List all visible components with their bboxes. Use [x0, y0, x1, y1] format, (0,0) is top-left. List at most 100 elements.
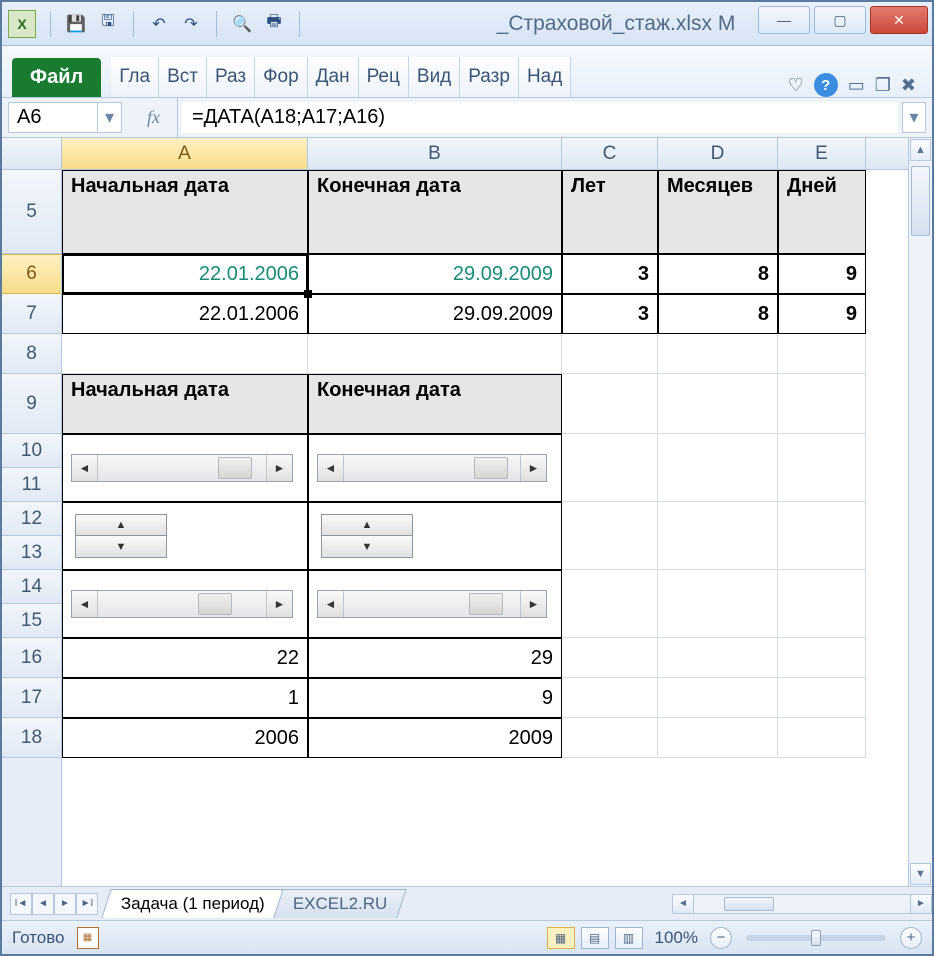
ribbon-tab-formulas[interactable]: Фор: [255, 57, 308, 97]
expand-formula-bar-icon[interactable]: ▾: [902, 102, 926, 133]
col-header-C[interactable]: C: [562, 138, 658, 169]
cell-A16[interactable]: 22: [62, 638, 308, 678]
cell-D9[interactable]: [658, 374, 778, 434]
undo-icon[interactable]: ↶: [146, 11, 172, 37]
row-header-7[interactable]: 7: [2, 294, 61, 334]
cell-A18[interactable]: 2006: [62, 718, 308, 758]
scroll-left-icon[interactable]: ◄: [72, 591, 98, 617]
scroll-track[interactable]: [98, 591, 266, 617]
save-icon[interactable]: 💾: [63, 11, 89, 37]
zoom-knob[interactable]: [811, 930, 821, 946]
minimize-button[interactable]: —: [758, 6, 810, 34]
sheet-tab-active[interactable]: Задача (1 период): [101, 889, 284, 918]
name-box[interactable]: A6: [8, 102, 98, 133]
cell-B17[interactable]: 9: [308, 678, 562, 718]
hscroll-right-icon[interactable]: ►: [910, 894, 932, 914]
cell-C9[interactable]: [562, 374, 658, 434]
col-header-A[interactable]: A: [62, 138, 308, 169]
minimize-ribbon-icon[interactable]: ▭: [848, 75, 865, 96]
row-header-12[interactable]: 12: [2, 502, 61, 536]
ribbon-tab-data[interactable]: Дан: [308, 57, 359, 97]
spinner-control-start[interactable]: ▲ ▼: [75, 514, 167, 558]
scroll-thumb[interactable]: [474, 457, 508, 479]
name-box-dropdown-icon[interactable]: ▾: [98, 102, 122, 133]
row-header-13[interactable]: 13: [2, 536, 61, 570]
scroll-track[interactable]: [344, 591, 520, 617]
cell-D7[interactable]: 8: [658, 294, 778, 334]
print-preview-icon[interactable]: 🔍: [229, 11, 255, 37]
scroll-thumb[interactable]: [469, 593, 503, 615]
zoom-level[interactable]: 100%: [655, 928, 698, 948]
cell-A14[interactable]: ◄ ►: [62, 570, 308, 638]
prev-sheet-icon[interactable]: ◄: [32, 893, 54, 915]
cell-E7[interactable]: 9: [778, 294, 866, 334]
ribbon-tab-addins[interactable]: Над: [519, 57, 571, 97]
scroll-thumb[interactable]: [218, 457, 252, 479]
ribbon-tab-insert[interactable]: Вст: [159, 57, 207, 97]
header2-end-date[interactable]: Конечная дата: [308, 374, 562, 434]
view-normal-icon[interactable]: ▦: [547, 927, 575, 949]
cell-B12[interactable]: ▲ ▼: [308, 502, 562, 570]
redo-icon[interactable]: ↷: [178, 11, 204, 37]
cell-A6[interactable]: 22.01.2006: [62, 254, 308, 294]
col-header-E[interactable]: E: [778, 138, 866, 169]
scroll-left-icon[interactable]: ◄: [318, 455, 344, 481]
cell-E6[interactable]: 9: [778, 254, 866, 294]
scroll-left-icon[interactable]: ◄: [318, 591, 344, 617]
zoom-out-button[interactable]: −: [710, 927, 732, 949]
hscroll-track[interactable]: [694, 894, 910, 914]
ribbon-tab-home[interactable]: Гла: [111, 57, 159, 97]
ribbon-tab-view[interactable]: Вид: [409, 57, 460, 97]
row-header-18[interactable]: 18: [2, 718, 61, 758]
scroll-up-icon[interactable]: ▲: [910, 139, 931, 161]
cell-B6[interactable]: 29.09.2009: [308, 254, 562, 294]
row-header-14[interactable]: 14: [2, 570, 61, 604]
save-as-icon[interactable]: 🖫: [95, 11, 121, 37]
cell-C6[interactable]: 3: [562, 254, 658, 294]
cell-B16[interactable]: 29: [308, 638, 562, 678]
row-header-8[interactable]: 8: [2, 334, 61, 374]
fx-icon[interactable]: fx: [130, 98, 178, 137]
cell-E8[interactable]: [778, 334, 866, 374]
cell-B14[interactable]: ◄ ►: [308, 570, 562, 638]
scroll-track[interactable]: [344, 455, 520, 481]
sheet-tab-inactive[interactable]: EXCEL2.RU: [273, 889, 407, 918]
spinner-down-icon[interactable]: ▼: [321, 536, 413, 558]
spinner-control-end[interactable]: ▲ ▼: [321, 514, 413, 558]
ribbon-tab-pagelayout[interactable]: Раз: [207, 57, 255, 97]
col-header-B[interactable]: B: [308, 138, 562, 169]
next-sheet-icon[interactable]: ►: [54, 893, 76, 915]
formula-input[interactable]: [182, 102, 898, 133]
header-days[interactable]: Дней: [778, 170, 866, 254]
header-years[interactable]: Лет: [562, 170, 658, 254]
scroll-left-icon[interactable]: ◄: [72, 455, 98, 481]
cell-E9[interactable]: [778, 374, 866, 434]
restore-window-icon[interactable]: ❐: [875, 75, 891, 96]
heart-icon[interactable]: ♡: [788, 75, 804, 96]
vertical-scrollbar[interactable]: ▲ ▼: [908, 138, 932, 886]
header-months[interactable]: Месяцев: [658, 170, 778, 254]
scroll-down-icon[interactable]: ▼: [910, 863, 931, 885]
view-page-break-icon[interactable]: ▥: [615, 927, 643, 949]
spinner-up-icon[interactable]: ▲: [321, 514, 413, 536]
help-icon[interactable]: ?: [814, 73, 838, 97]
scroll-right-icon[interactable]: ►: [266, 591, 292, 617]
cell-A12[interactable]: ▲ ▼: [62, 502, 308, 570]
scrollbar-control-start-2[interactable]: ◄ ►: [71, 590, 293, 618]
fill-handle[interactable]: [304, 290, 312, 298]
row-header-17[interactable]: 17: [2, 678, 61, 718]
scroll-right-icon[interactable]: ►: [520, 455, 546, 481]
row-header-10[interactable]: 10: [2, 434, 61, 468]
cell-C8[interactable]: [562, 334, 658, 374]
row-header-9[interactable]: 9: [2, 374, 61, 434]
print-icon[interactable]: 🖶: [261, 11, 287, 37]
cell-D8[interactable]: [658, 334, 778, 374]
cell-B10[interactable]: ◄ ►: [308, 434, 562, 502]
select-all-corner[interactable]: [2, 138, 61, 170]
cell-D6[interactable]: 8: [658, 254, 778, 294]
file-tab[interactable]: Файл: [12, 58, 101, 97]
cell-B18[interactable]: 2009: [308, 718, 562, 758]
row-header-16[interactable]: 16: [2, 638, 61, 678]
macro-record-icon[interactable]: ▦: [77, 927, 99, 949]
horizontal-scrollbar[interactable]: ◄ ►: [672, 894, 932, 914]
